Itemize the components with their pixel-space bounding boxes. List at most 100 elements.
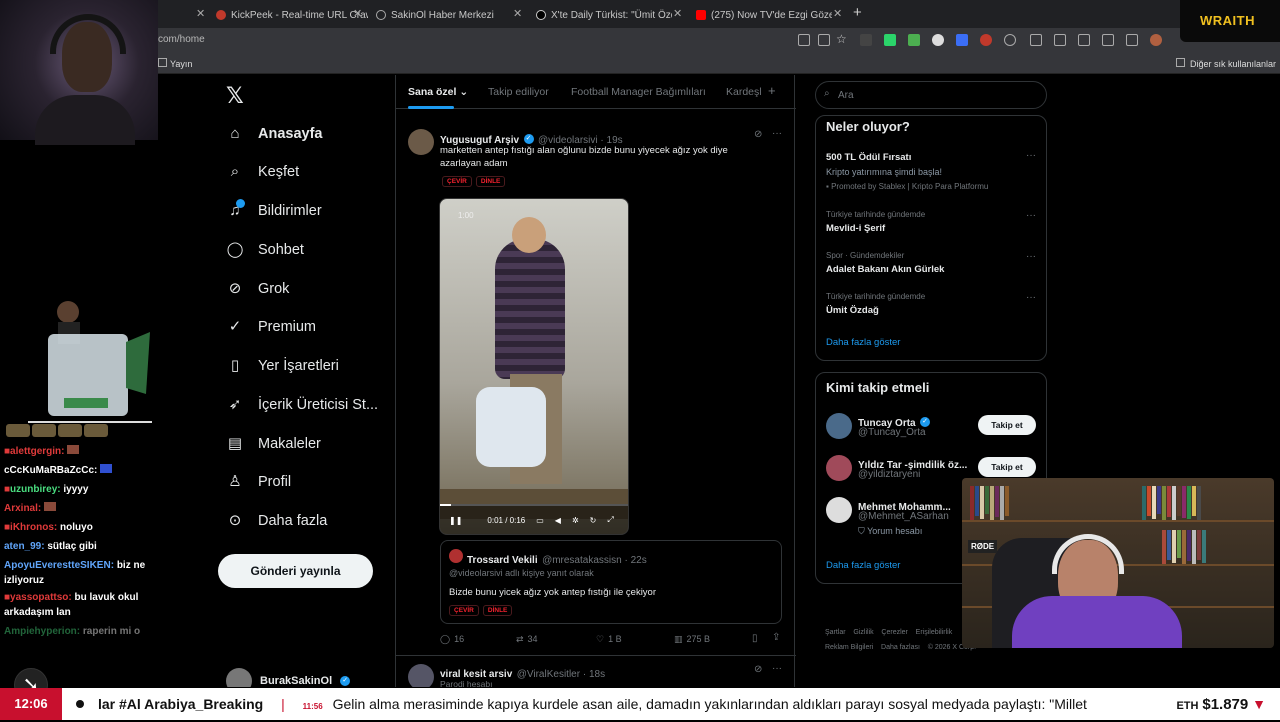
reply-button[interactable]: ◯ 16 bbox=[440, 634, 464, 645]
follow-button[interactable]: Takip et bbox=[978, 457, 1036, 477]
footer-link[interactable]: Şartlar bbox=[825, 629, 846, 636]
close-tab-icon[interactable]: ✕ bbox=[196, 7, 205, 20]
tab-x-daily[interactable]: X'te Daily Türkist: "Ümit Özdağ, Cl bbox=[530, 4, 672, 26]
video-player[interactable]: 1:00 ❚❚ 0:01 / 0:16 ▭ ◀ ✲ ↻ ⤢ bbox=[439, 198, 629, 535]
volume-icon[interactable]: ◀ bbox=[555, 516, 561, 525]
like-button[interactable]: ♡ 1 B bbox=[596, 634, 622, 645]
extension-icon[interactable] bbox=[884, 34, 896, 46]
trend-name[interactable]: 500 TL Ödül Fırsatı bbox=[826, 152, 911, 163]
bookmark-yayin[interactable]: Yayın bbox=[170, 59, 192, 69]
translate-pill[interactable]: ÇEVİR bbox=[449, 605, 479, 616]
translate-pill[interactable]: ÇEVİR bbox=[442, 176, 472, 187]
captions-icon[interactable]: ▭ bbox=[536, 516, 544, 525]
avatar[interactable] bbox=[408, 129, 434, 155]
more-options-icon[interactable]: ··· bbox=[1026, 292, 1036, 303]
bookmark-other[interactable]: Diğer sık kullanılanlar bbox=[1190, 59, 1276, 69]
tab-kickpeek[interactable]: KickPeek - Real-time URL Crawler bbox=[210, 4, 368, 26]
listen-pill[interactable]: DİNLE bbox=[475, 176, 506, 187]
footer-link[interactable]: Erişilebilirlik bbox=[916, 629, 953, 636]
tab-for-you[interactable]: Sana özel ⌄ bbox=[408, 86, 468, 98]
show-more-link[interactable]: Daha fazla göster bbox=[826, 560, 900, 571]
tab-label: KickPeek - Real-time URL Crawler bbox=[231, 9, 368, 21]
grok-icon[interactable]: ⊘ bbox=[754, 129, 762, 140]
listen-pill[interactable]: DİNLE bbox=[482, 605, 513, 616]
views-button[interactable]: ▥ 275 B bbox=[674, 634, 710, 645]
avatar[interactable] bbox=[826, 497, 852, 523]
chat-message: aten_99: sütlaç gibi bbox=[4, 541, 97, 552]
nav-item-home[interactable]: ⌂ Anasayfa bbox=[226, 125, 322, 143]
more-options-icon[interactable]: ··· bbox=[1026, 251, 1036, 262]
grok-icon[interactable]: ⊘ bbox=[754, 664, 762, 675]
nav-item-chat[interactable]: ◯ Sohbet bbox=[226, 241, 304, 259]
nav-item-explore[interactable]: ⌕ Keşfet bbox=[226, 163, 299, 181]
nav-item-more[interactable]: ⊙ Daha fazla bbox=[226, 512, 328, 530]
follow-button[interactable]: Takip et bbox=[978, 415, 1036, 435]
extension-icon[interactable] bbox=[980, 34, 992, 46]
bookmark-icon[interactable]: ▯ bbox=[752, 633, 758, 644]
reader-icon[interactable] bbox=[818, 34, 830, 46]
avatar[interactable] bbox=[408, 664, 434, 687]
collections-icon[interactable] bbox=[1078, 34, 1090, 46]
footer-link[interactable]: Daha fazlası bbox=[881, 644, 920, 651]
footer-link[interactable]: Gizlilik bbox=[853, 629, 873, 636]
post-button[interactable]: Gönderi yayınla bbox=[218, 554, 373, 588]
pause-icon[interactable]: ❚❚ bbox=[449, 516, 462, 525]
tab-following[interactable]: Takip ediliyor bbox=[488, 86, 549, 98]
more-options-icon[interactable]: ··· bbox=[772, 128, 782, 139]
extension-icon[interactable] bbox=[908, 34, 920, 46]
avatar[interactable] bbox=[826, 455, 852, 481]
extension-icon[interactable] bbox=[932, 34, 944, 46]
tab-kardesl[interactable]: Kardeşl bbox=[726, 86, 762, 98]
extensions-puzzle-icon[interactable] bbox=[1004, 34, 1016, 46]
nav-item-grok[interactable]: ⊘ Grok bbox=[226, 280, 290, 298]
show-more-link[interactable]: Daha fazla göster bbox=[826, 337, 900, 348]
extension-icon[interactable] bbox=[956, 34, 968, 46]
nav-label: Keşfet bbox=[258, 164, 300, 180]
quote-tweet[interactable]: Trossard Vekili @mresatakassisn · 22s @v… bbox=[440, 540, 782, 624]
search-input[interactable]: ⌕ Ara bbox=[815, 81, 1047, 109]
tab-football-manager[interactable]: Football Manager Bağımlıları bbox=[571, 86, 706, 98]
repost-button[interactable]: ⇄ 34 bbox=[516, 634, 538, 645]
nav-item-creator-studio[interactable]: ➶ İçerik Üreticisi St... bbox=[226, 396, 378, 414]
trend-name[interactable]: Mevlid-i Şerif bbox=[826, 223, 885, 234]
screen-icon[interactable] bbox=[798, 34, 810, 46]
x-logo-icon[interactable]: 𝕏 bbox=[226, 83, 244, 109]
nav-item-bookmarks[interactable]: ▯ Yer İşaretleri bbox=[226, 357, 339, 375]
trend-name[interactable]: Ümit Özdağ bbox=[826, 305, 879, 316]
account-switcher[interactable]: BurakSakinOl ✓ bbox=[226, 668, 351, 687]
share-icon[interactable]: ⇪ bbox=[772, 632, 780, 643]
profile-avatar[interactable] bbox=[1150, 34, 1162, 46]
url-text[interactable]: com/home bbox=[158, 34, 205, 45]
extension-icon[interactable] bbox=[860, 34, 872, 46]
nav-item-articles[interactable]: ▤ Makaleler bbox=[226, 435, 321, 453]
more-options-icon[interactable]: ··· bbox=[1026, 210, 1036, 221]
avatar[interactable] bbox=[826, 413, 852, 439]
close-tab-icon[interactable]: ✕ bbox=[513, 7, 522, 20]
parody-label: Parodi hesabı bbox=[440, 679, 493, 687]
nav-item-profile[interactable]: ♙ Profil bbox=[226, 473, 291, 491]
split-view-icon[interactable] bbox=[1030, 34, 1042, 46]
star-icon[interactable]: ☆ bbox=[836, 32, 847, 46]
more-options-icon[interactable]: ··· bbox=[772, 663, 782, 674]
tab-youtube[interactable]: (275) Now TV'de Ezgi Gözeger ile bbox=[690, 4, 832, 26]
heart-icon[interactable] bbox=[1102, 34, 1114, 46]
post-handle[interactable]: @ViralKesitler · 18s bbox=[517, 669, 605, 680]
footer-link[interactable]: Çerezler bbox=[881, 629, 907, 636]
favorites-icon[interactable] bbox=[1054, 34, 1066, 46]
loop-icon[interactable]: ↻ bbox=[590, 516, 597, 525]
nav-item-premium[interactable]: ✓ Premium bbox=[226, 318, 316, 336]
close-tab-icon[interactable]: ✕ bbox=[353, 7, 362, 20]
settings-icon[interactable]: ✲ bbox=[572, 516, 579, 525]
add-tab-icon[interactable]: + bbox=[768, 83, 776, 98]
close-tab-icon[interactable]: ✕ bbox=[673, 7, 682, 20]
screenshot-icon[interactable] bbox=[1126, 34, 1138, 46]
quote-reply-to: @videolarsivi adlı kişiye yanıt olarak bbox=[449, 568, 594, 578]
more-options-icon[interactable]: ··· bbox=[1026, 150, 1036, 161]
new-tab-icon[interactable]: + bbox=[853, 4, 862, 21]
close-tab-icon[interactable]: ✕ bbox=[833, 7, 842, 20]
fullscreen-icon[interactable]: ⤢ bbox=[607, 515, 613, 525]
trend-name[interactable]: Adalet Bakanı Akın Gürlek bbox=[826, 264, 944, 275]
quote-header: Trossard Vekili @mresatakassisn · 22s bbox=[467, 550, 647, 568]
footer-link[interactable]: Reklam Bilgileri bbox=[825, 644, 873, 651]
tab-sakinol[interactable]: SakinOl Haber Merkezi bbox=[370, 4, 520, 26]
